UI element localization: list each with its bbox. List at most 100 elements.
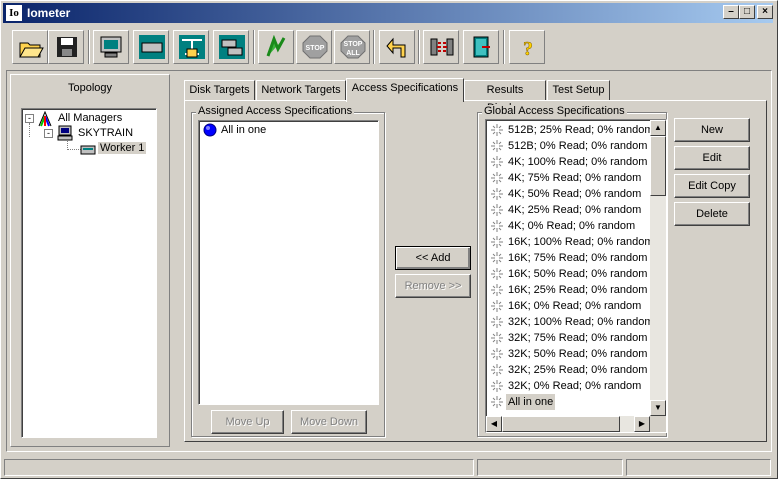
- access-spec-icon: [491, 332, 503, 344]
- global-item-label: 4K; 50% Read; 0% random: [508, 188, 642, 200]
- access-spec-icon: [491, 380, 503, 392]
- minimize-icon[interactable]: –: [723, 5, 739, 19]
- tree-item-manager[interactable]: SKYTRAIN: [78, 127, 133, 139]
- scroll-thumb[interactable]: [650, 136, 666, 196]
- access-spec-icon: [491, 124, 503, 136]
- edit-copy-button[interactable]: Edit Copy: [674, 174, 750, 198]
- add-button[interactable]: << Add: [395, 246, 471, 270]
- exit-icon: [473, 36, 490, 58]
- move-down-button[interactable]: Move Down: [291, 410, 367, 434]
- global-rows: 512B; 25% Read; 0% random 512B; 0% Read; …: [486, 122, 654, 412]
- toolbar-separator: [373, 30, 375, 64]
- new-manager-icon: [139, 35, 165, 59]
- start-display-icon: [100, 36, 122, 58]
- global-item-label: 4K; 100% Read; 0% random: [508, 156, 648, 168]
- vertical-scrollbar[interactable]: ▲ ▼: [650, 120, 666, 416]
- disconnect-icon: [430, 38, 454, 56]
- disconnect-button[interactable]: [423, 30, 459, 64]
- new-manager-button[interactable]: [133, 30, 169, 64]
- app-icon[interactable]: Io: [6, 5, 22, 21]
- scroll-down-icon[interactable]: ▼: [650, 400, 666, 416]
- global-item-label: All in one: [506, 394, 556, 410]
- save-button[interactable]: [48, 30, 84, 64]
- global-item-label: 32K; 75% Read; 0% random: [508, 332, 648, 344]
- close-icon[interactable]: ×: [757, 5, 773, 19]
- worker-icon: [80, 145, 96, 155]
- access-spec-icon: [491, 348, 503, 360]
- tree-item-all-managers[interactable]: All Managers: [58, 112, 122, 124]
- topology-panel: Topology - All Managers - SKYTRAIN Worke…: [10, 74, 170, 447]
- collapse-icon[interactable]: -: [44, 129, 53, 138]
- help-button[interactable]: ?: [509, 30, 545, 64]
- help-label: ?: [523, 38, 533, 59]
- access-spec-icon: [491, 316, 503, 328]
- global-spec-icon: [203, 123, 217, 137]
- duplicate-worker-button[interactable]: [213, 30, 249, 64]
- window-title: Iometer: [27, 6, 71, 20]
- scroll-right-icon[interactable]: ▶: [634, 416, 650, 432]
- title-bar[interactable]: Io Iometer – □ ×: [3, 3, 773, 23]
- global-item-label: 512B; 0% Read; 0% random: [508, 140, 648, 152]
- open-icon: [19, 42, 44, 58]
- computer-icon: [57, 125, 73, 141]
- access-spec-icon: [491, 172, 503, 184]
- stop-button[interactable]: STOP: [296, 30, 332, 64]
- global-item-label: 4K; 0% Read; 0% random: [508, 220, 636, 232]
- access-spec-icon: [491, 140, 503, 152]
- global-item-label: 16K; 50% Read; 0% random: [508, 268, 648, 280]
- new-network-worker-button[interactable]: [173, 30, 209, 64]
- assigned-title: Assigned Access Specifications: [196, 105, 355, 117]
- scroll-up-icon[interactable]: ▲: [650, 120, 666, 136]
- tab-network-targets[interactable]: Network Targets: [256, 80, 346, 100]
- tab-results-display[interactable]: Results Display: [464, 80, 546, 114]
- help-icon: ?: [523, 38, 534, 59]
- assigned-list[interactable]: All in one: [198, 120, 379, 405]
- reset-workers-icon: [386, 37, 406, 58]
- start-tests-icon: [266, 35, 286, 57]
- access-spec-icon: [491, 396, 503, 408]
- move-up-button[interactable]: Move Up: [211, 410, 284, 434]
- tree-line: [29, 123, 30, 137]
- toolbar: STOP STOP ALL ?: [3, 26, 773, 70]
- horizontal-scrollbar[interactable]: ◀ ▶: [486, 416, 650, 432]
- access-spec-icon: [491, 236, 503, 248]
- exit-button[interactable]: [463, 30, 499, 64]
- collapse-icon[interactable]: -: [25, 114, 34, 123]
- access-spec-icon: [491, 268, 503, 280]
- stop-all-label-top: STOP: [344, 41, 363, 48]
- tab-disk-targets[interactable]: Disk Targets: [184, 80, 255, 100]
- edit-button[interactable]: Edit: [674, 146, 750, 170]
- toolbar-separator: [503, 30, 505, 64]
- start-display-button[interactable]: [93, 30, 129, 64]
- access-spec-icon: [491, 252, 503, 264]
- tree-line: [67, 140, 81, 150]
- start-tests-button[interactable]: [258, 30, 294, 64]
- global-item-label: 16K; 100% Read; 0% random: [508, 236, 654, 248]
- new-button[interactable]: New: [674, 118, 750, 142]
- stop-label: STOP: [306, 45, 325, 52]
- tab-test-setup[interactable]: Test Setup: [547, 80, 610, 100]
- access-spec-icon: [491, 364, 503, 376]
- stop-all-button[interactable]: STOP ALL: [334, 30, 370, 64]
- open-button[interactable]: [12, 30, 48, 64]
- topology-tree[interactable]: - All Managers - SKYTRAIN Worker 1: [21, 108, 157, 438]
- new-network-worker-icon: [179, 35, 205, 59]
- global-item-label: 32K; 100% Read; 0% random: [508, 316, 654, 328]
- status-pane-main: [4, 459, 474, 476]
- global-item-label: 4K; 75% Read; 0% random: [508, 172, 642, 184]
- access-spec-icon: [491, 284, 503, 296]
- scroll-thumb-horizontal[interactable]: [502, 416, 620, 432]
- topology-title: Topology: [67, 82, 113, 94]
- global-item-label: 32K; 0% Read; 0% random: [508, 380, 642, 392]
- access-spec-icon: [491, 204, 503, 216]
- duplicate-worker-icon: [219, 35, 245, 59]
- remove-button[interactable]: Remove >>: [395, 274, 471, 298]
- global-item-label: 32K; 50% Read; 0% random: [508, 348, 648, 360]
- tree-item-worker[interactable]: Worker 1: [98, 142, 147, 154]
- maximize-icon[interactable]: □: [739, 5, 755, 19]
- reset-workers-button[interactable]: [379, 30, 415, 64]
- global-list[interactable]: 512B; 25% Read; 0% random 512B; 0% Read; …: [485, 119, 667, 433]
- scroll-left-icon[interactable]: ◀: [486, 416, 502, 432]
- tab-access-specifications[interactable]: Access Specifications: [346, 78, 464, 102]
- delete-button[interactable]: Delete: [674, 202, 750, 226]
